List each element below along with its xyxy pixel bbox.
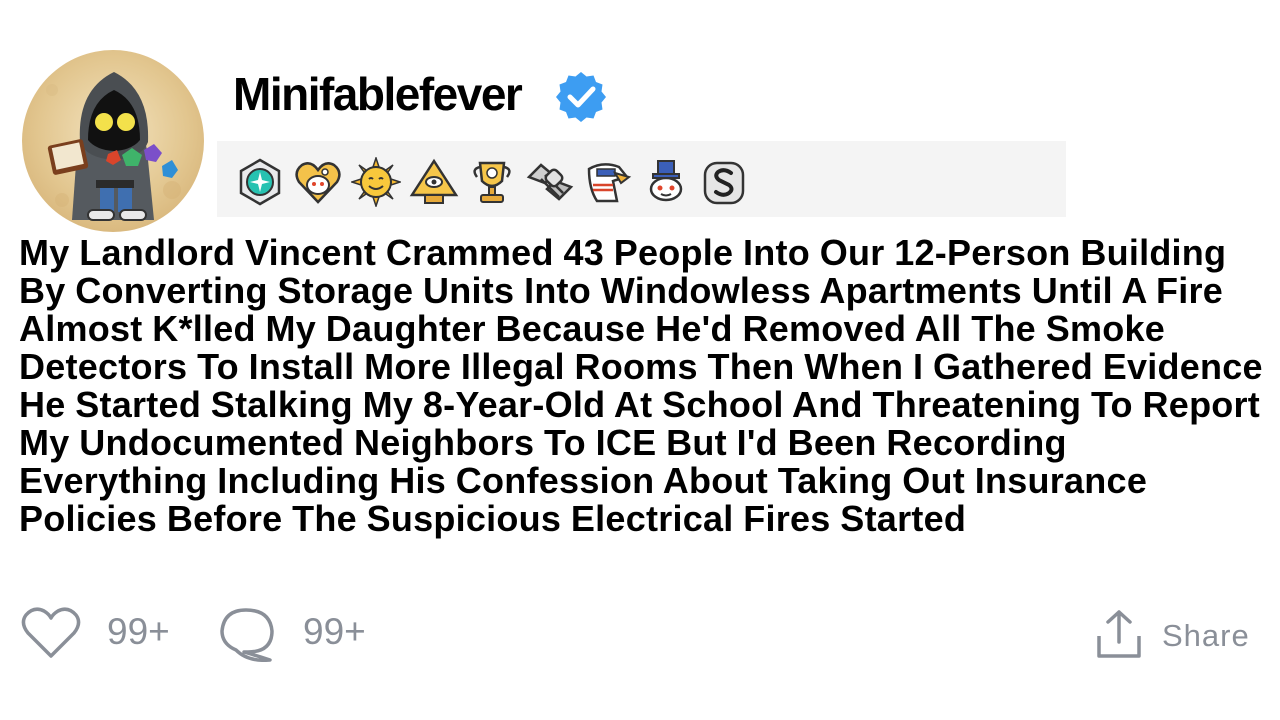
sun-award-icon[interactable] (351, 157, 401, 207)
awards-bar (217, 141, 1066, 217)
comment-icon[interactable] (218, 606, 276, 662)
american-eagle-award-icon[interactable] (583, 157, 633, 207)
platinum-award-icon[interactable] (235, 157, 285, 207)
username[interactable]: Minifablefever (233, 66, 523, 122)
post-title: My Landlord Vincent Crammed 43 People In… (19, 232, 1263, 539)
snoo-tophat-award-icon[interactable] (641, 157, 691, 207)
avatar[interactable] (22, 50, 204, 232)
verified-badge-icon (556, 72, 606, 122)
gold-trophy-award-icon[interactable] (467, 157, 517, 207)
like-count: 99+ (107, 611, 170, 652)
hooded-figure-avatar-icon (46, 72, 181, 221)
handshake-award-icon[interactable] (525, 157, 575, 207)
share-button[interactable]: Share (1162, 618, 1250, 654)
heart-icon[interactable] (20, 604, 82, 660)
comment-count: 99+ (303, 611, 366, 652)
silver-s-award-icon[interactable] (699, 157, 749, 207)
illuminati-pyramid-award-icon[interactable] (409, 157, 459, 207)
share-icon[interactable] (1095, 608, 1143, 660)
wholesome-award-icon[interactable] (293, 157, 343, 207)
